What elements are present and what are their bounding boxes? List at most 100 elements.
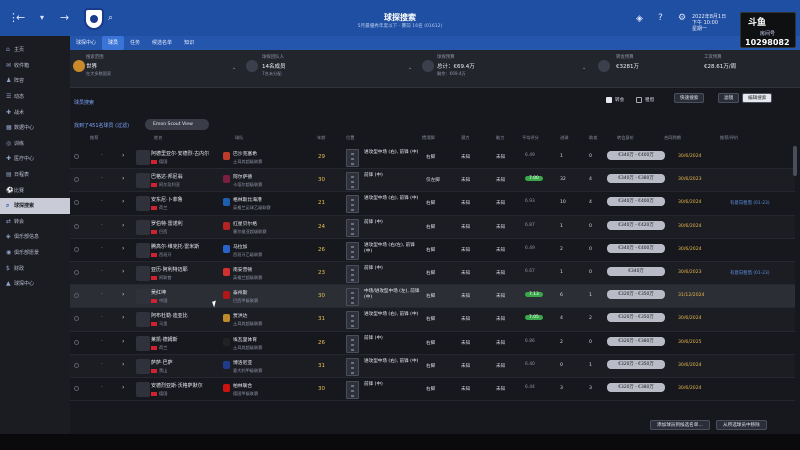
search-icon[interactable]: ⌕ <box>108 12 113 24</box>
sidebar-item-data[interactable]: ▦ 数据中心 <box>0 120 70 136</box>
chevron-right-icon[interactable]: › <box>122 198 124 205</box>
sidebar-item-calendar[interactable]: ▤ 日程表 <box>0 167 70 183</box>
loan-checkbox[interactable] <box>636 97 642 103</box>
tab-players[interactable]: 球员 <box>102 36 125 50</box>
row-select-radio[interactable] <box>74 339 79 345</box>
scrollbar[interactable] <box>793 146 797 176</box>
player-name[interactable]: 巴格达·邦尼翁 阿尔及利亚 <box>151 173 183 188</box>
sidebar-item-club[interactable]: ◈ 俱乐部信息 <box>0 229 70 245</box>
column-header[interactable]: 潜力 <box>461 135 469 141</box>
player-name[interactable]: 腾高尔·维克托·雷米斯 西班牙 <box>151 243 199 258</box>
chevron-right-icon[interactable]: › <box>122 314 124 321</box>
row-select-radio[interactable] <box>74 246 79 252</box>
table-row[interactable]: - › 安东尼·卜菲鲁 荷兰 格林斯比海港 英格兰足球乙级联赛 21 进攻型中场 (右), 前… <box>70 192 795 216</box>
chevron-right-icon[interactable]: › <box>122 291 124 298</box>
row-select-radio[interactable] <box>74 293 79 299</box>
player-name[interactable]: 亚历·阿利特迈耶 阿联酋 <box>151 266 188 281</box>
tab-assignments[interactable]: 任务 <box>124 36 146 50</box>
help-icon[interactable]: ? <box>658 12 663 24</box>
settings-icon[interactable]: ⚙ <box>678 12 686 24</box>
filter-button[interactable]: 滤镜 <box>718 93 740 103</box>
chevron-right-icon[interactable]: › <box>122 222 124 229</box>
sidebar-item-home[interactable]: ⌂ 主页 <box>0 42 70 58</box>
sidebar-item-finance[interactable]: $ 财政 <box>0 260 70 276</box>
row-select-radio[interactable] <box>74 177 79 183</box>
table-row[interactable]: - › 萨萨·巴萨 黑山 博洛尼亚 意大利甲级联赛 31 进攻型中场 (右), 前锋 (中) 右… <box>70 354 795 378</box>
column-header[interactable]: 姓名 <box>154 135 162 141</box>
forward-icon[interactable]: → <box>60 12 69 24</box>
sidebar-item-vision[interactable]: ◉ 俱乐部愿景 <box>0 245 70 261</box>
info-scout-budget[interactable]: 球探预算 总计：€69.4万 剩余：€69.4万 <box>437 54 475 77</box>
sidebar-item-scout[interactable]: ⌕ 球探搜索 <box>0 197 70 214</box>
remove-selected-button[interactable]: 从所选球员中移除 <box>716 420 767 430</box>
row-select-radio[interactable] <box>74 316 79 322</box>
row-select-radio[interactable] <box>74 223 79 229</box>
column-header[interactable]: 平均评分 <box>522 135 539 141</box>
column-header[interactable]: 球队 <box>235 135 243 141</box>
player-club[interactable]: 马拉加 西班牙乙级联赛 <box>233 243 262 258</box>
player-club[interactable]: 博洛尼亚 意大利甲级联赛 <box>233 359 262 374</box>
player-name[interactable]: 萨萨·巴萨 黑山 <box>151 359 173 374</box>
transfer-checkbox[interactable] <box>606 97 612 103</box>
table-row[interactable]: - › 罗伯特·雷诺利 巴西 红星贝尔格 塞尔维亚超级联赛 24 前锋 (中) 右脚 未知 未知 6.… <box>70 215 795 239</box>
quick-search-button[interactable]: 快速搜索 <box>674 93 705 103</box>
row-select-radio[interactable] <box>74 200 79 206</box>
player-name[interactable]: 阿德里亚尔·安德烈·古内尔 德国 <box>151 150 209 165</box>
sidebar-item-transfer[interactable]: ⇄ 转会 <box>0 214 70 230</box>
chevron-down-icon[interactable]: ⌄ <box>408 65 412 71</box>
dropdown-icon[interactable]: ▾ <box>40 12 44 24</box>
column-header[interactable]: 位置 <box>346 135 354 141</box>
column-header[interactable]: 年龄 <box>317 135 325 141</box>
player-club[interactable]: 埃瓦里体育 土耳其超级联赛 <box>233 336 262 351</box>
info-search-range[interactable]: 搜索范围 世界 在大多数国家 <box>86 54 111 77</box>
sidebar-item-news[interactable]: ☰ 动态 <box>0 89 70 105</box>
player-name[interactable]: 安东尼·卜菲鲁 荷兰 <box>151 196 183 211</box>
player-name[interactable]: 罗伯特·雷诺利 巴西 <box>151 220 183 235</box>
info-scout-team[interactable]: 球探团队人 14名成员 7名未分配 <box>262 54 286 77</box>
player-name[interactable]: 莱凯·德姆斯 荷兰 <box>151 336 178 351</box>
chevron-right-icon[interactable]: › <box>122 268 124 275</box>
player-club[interactable]: 格林斯比海港 英格兰足球乙级联赛 <box>233 196 271 211</box>
column-header[interactable]: 助攻 <box>589 135 597 141</box>
shield-icon[interactable]: ◈ <box>636 13 643 25</box>
chevron-right-icon[interactable]: › <box>122 245 124 252</box>
player-club[interactable]: 阿尔萨德 卡塔尔超级联赛 <box>233 173 262 188</box>
sidebar-item-match[interactable]: ⚽ 比赛 <box>0 182 70 198</box>
column-header[interactable]: 转会身价 <box>617 135 634 141</box>
row-select-radio[interactable] <box>74 386 79 391</box>
chevron-right-icon[interactable]: › <box>122 361 124 368</box>
column-header[interactable]: 推荐 <box>90 135 98 141</box>
back-icon[interactable]: ← <box>16 12 25 24</box>
player-name[interactable]: 吴红坤 中国 <box>151 289 167 304</box>
row-select-radio[interactable] <box>74 362 79 368</box>
table-row[interactable]: - › 巴格达·邦尼翁 阿尔及利亚 阿尔萨德 卡塔尔超级联赛 30 前锋 (中) 仅左脚 未知 未知… <box>70 169 795 193</box>
info-wage-budget[interactable]: 工资预算 €28.61万/周 <box>704 54 736 70</box>
column-header[interactable]: 惯用脚 <box>422 135 435 141</box>
player-club[interactable]: 巴沙克塞希 土耳其超级联赛 <box>233 150 262 165</box>
chevron-right-icon[interactable]: › <box>122 152 124 159</box>
table-row[interactable]: - › 阿德里亚尔·安德烈·古内尔 德国 巴沙克塞希 土耳其超级联赛 29 进攻型中场 (右)… <box>70 146 795 170</box>
sidebar-item-inbox[interactable]: ✉ 收件箱 <box>0 58 70 74</box>
column-header[interactable]: 进球 <box>560 135 568 141</box>
table-row[interactable]: - › 安德烈亚斯·沃格萨默尔 德国 柏林联合 德国甲级联赛 30 前锋 (中) 右脚 未知 未知 6… <box>70 378 795 402</box>
table-row[interactable]: - › 阿布杜勒·迪亚比 马里 贾洪达 土耳其超级联赛 31 进攻型中场 (右), 前锋 (中… <box>70 308 795 332</box>
chevron-right-icon[interactable]: › <box>122 384 124 391</box>
player-club[interactable]: 南安普顿 英格兰超级联赛 <box>233 266 262 281</box>
column-header[interactable]: 合同到期 <box>664 135 681 141</box>
column-header[interactable]: 推荐/评价 <box>720 135 738 141</box>
table-row[interactable]: - › 腾高尔·维克托·雷米斯 西班牙 马拉加 西班牙乙级联赛 26 进攻型中场 (右/左),… <box>70 239 795 262</box>
chevron-down-icon[interactable]: ⌄ <box>232 65 236 71</box>
edit-search-button[interactable]: 编辑搜索 <box>742 93 773 103</box>
table-row[interactable]: - › 亚历·阿利特迈耶 阿联酋 南安普顿 英格兰超级联赛 23 前锋 (中) 右脚 未知 未知 6.… <box>70 262 795 286</box>
column-header[interactable]: 能力 <box>496 135 504 141</box>
sidebar-item-squad[interactable]: ♟ 阵容 <box>0 73 70 89</box>
player-club[interactable]: 泰州斯 巴西甲级联赛 <box>233 289 258 304</box>
row-select-radio[interactable] <box>74 270 79 275</box>
sidebar-item-training[interactable]: ◎ 训练 <box>0 136 70 152</box>
player-name[interactable]: 安德烈亚斯·沃格萨默尔 德国 <box>151 382 203 397</box>
player-club[interactable]: 贾洪达 土耳其超级联赛 <box>233 312 262 327</box>
info-transfer-budget[interactable]: 转会预算 €3281万 <box>616 54 639 70</box>
chevron-down-icon[interactable]: ⌄ <box>582 65 586 71</box>
add-to-shortlist-button[interactable]: 添加球员到候选名单... <box>650 420 710 430</box>
row-select-radio[interactable] <box>74 154 79 159</box>
